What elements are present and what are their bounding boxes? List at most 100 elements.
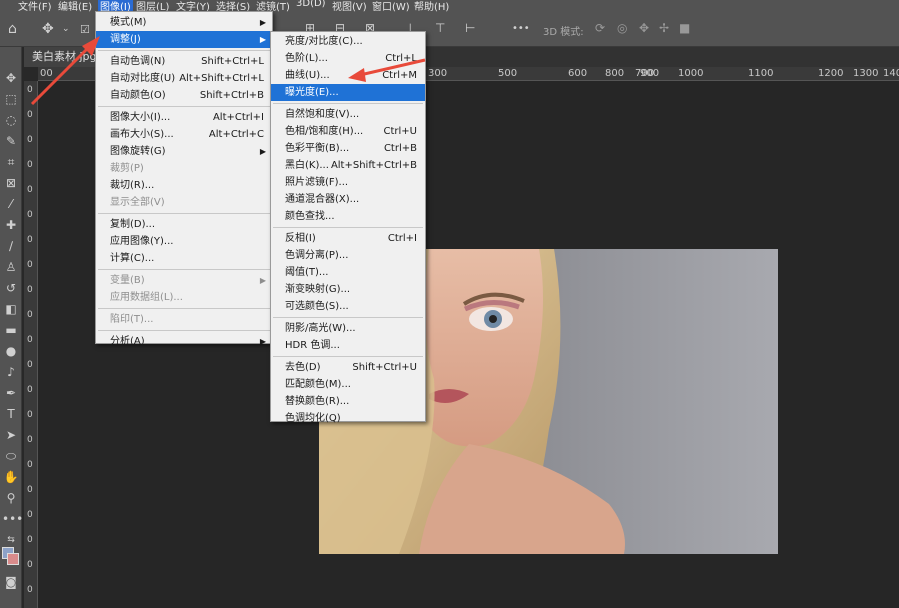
dodge-tool-icon[interactable]: ♪ <box>2 363 20 381</box>
menu-item[interactable]: 阴影/高光(W)... <box>271 320 425 337</box>
menu-3d[interactable]: 3D(D) <box>296 0 326 9</box>
menu-view[interactable]: 视图(V) <box>332 0 367 12</box>
menu-item[interactable]: 去色(D) Shift+Ctrl+U <box>271 359 425 376</box>
quick-mask-icon[interactable]: ◙ <box>2 573 20 591</box>
menu-item[interactable]: 颜色查找... <box>271 208 425 225</box>
menu-item[interactable]: 图像大小(I)... Alt+Ctrl+I <box>96 109 272 126</box>
more-options-icon[interactable]: ••• <box>512 23 530 34</box>
home-icon[interactable]: ⌂ <box>8 21 17 37</box>
background-color-swatch[interactable] <box>7 553 19 565</box>
zoom-tool-icon[interactable]: ⚲ <box>2 489 20 507</box>
menu-item[interactable]: 色调均化(Q) <box>271 410 425 427</box>
ruler-tick: 0 <box>27 535 33 545</box>
3d-camera-icon[interactable]: ■ <box>679 21 690 35</box>
more-tools-icon[interactable]: ••• <box>2 510 23 528</box>
stamp-tool-icon[interactable]: ♙ <box>2 258 20 276</box>
pen-tool-icon[interactable]: ✒ <box>2 384 20 402</box>
menu-item[interactable]: 亮度/对比度(C)... <box>271 33 425 50</box>
menu-item[interactable]: 自然饱和度(V)... <box>271 106 425 123</box>
3d-slide-icon[interactable]: ✢ <box>659 21 669 35</box>
menu-item[interactable]: 色调分离(P)... <box>271 247 425 264</box>
ellipse-tool-icon[interactable]: ⬭ <box>2 447 20 465</box>
menu-item-label: 去色(D) <box>285 362 321 373</box>
menu-item[interactable]: 曝光度(E)... <box>271 84 425 101</box>
menu-file[interactable]: 文件(F) <box>18 0 52 12</box>
menu-separator <box>98 269 270 270</box>
menu-item-label: 颜色查找... <box>285 211 335 222</box>
menu-item[interactable]: 画布大小(S)... Alt+Ctrl+C <box>96 126 272 143</box>
ruler-tick: 0 <box>27 510 33 520</box>
3d-roll-icon[interactable]: ◎ <box>617 21 627 35</box>
brush-tool-icon[interactable]: ∕ <box>2 237 20 255</box>
3d-pan-icon[interactable]: ✥ <box>639 21 649 35</box>
menu-help[interactable]: 帮助(H) <box>414 0 449 12</box>
menu-item[interactable]: 黑白(K)... Alt+Shift+Ctrl+B <box>271 157 425 174</box>
type-tool-icon[interactable]: T <box>2 405 20 423</box>
menu-item-shortcut: Shift+Ctrl+U <box>352 362 417 373</box>
menu-item[interactable]: 渐变映射(G)... <box>271 281 425 298</box>
menu-item-label: 照片滤镜(F)... <box>285 177 349 188</box>
distribute-icon[interactable]: ⊢ <box>465 21 475 35</box>
menu-item[interactable]: HDR 色调... <box>271 337 425 354</box>
menu-item[interactable]: 应用图像(Y)... <box>96 233 272 250</box>
crop-tool-icon[interactable]: ⌗ <box>2 153 20 171</box>
move-tool-icon[interactable]: ✥ <box>42 21 54 37</box>
move-tool-icon[interactable]: ✥ <box>2 69 20 87</box>
menu-item[interactable]: 图像旋转(G) ▶ <box>96 143 272 160</box>
menu-item[interactable]: 色阶(L)... Ctrl+L <box>271 50 425 67</box>
lasso-tool-icon[interactable]: ◌ <box>2 111 20 129</box>
menu-item[interactable]: 色相/饱和度(H)... Ctrl+U <box>271 123 425 140</box>
menu-item[interactable]: 调整(J) ▶ <box>96 31 272 48</box>
ruler-tick: 1300 <box>853 68 879 79</box>
menu-item-shortcut: Ctrl+B <box>383 143 417 154</box>
quick-select-tool-icon[interactable]: ✎ <box>2 132 20 150</box>
menu-window[interactable]: 窗口(W) <box>372 0 410 12</box>
menu-item[interactable]: 匹配颜色(M)... <box>271 376 425 393</box>
menu-item[interactable]: 计算(C)... <box>96 250 272 267</box>
menu-edit[interactable]: 编辑(E) <box>58 0 92 12</box>
menu-item[interactable]: 色彩平衡(B)... Ctrl+B <box>271 140 425 157</box>
menu-item[interactable]: 阈值(T)... <box>271 264 425 281</box>
image-menu: 模式(M) ▶ 调整(J) ▶ 自动色调(N) Shift+Ctrl+L 自动对比度(U) A… <box>95 11 273 347</box>
hand-tool-icon[interactable]: ✋ <box>2 468 20 486</box>
marquee-tool-icon[interactable]: ⬚ <box>2 90 20 108</box>
distribute-icon[interactable]: ⊤ <box>435 21 445 35</box>
menu-item[interactable]: 照片滤镜(F)... <box>271 174 425 191</box>
menu-item: 变量(B) ▶ <box>96 272 272 289</box>
ruler-tick: 1400 <box>883 68 899 79</box>
history-brush-tool-icon[interactable]: ↺ <box>2 279 20 297</box>
menu-item-label: 渐变映射(G)... <box>285 284 351 295</box>
3d-orbit-icon[interactable]: ⟳ <box>595 21 605 35</box>
path-select-tool-icon[interactable]: ➤ <box>2 426 20 444</box>
menu-item-label: 复制(D)... <box>110 219 156 230</box>
healing-brush-tool-icon[interactable]: ✚ <box>2 216 20 234</box>
menu-item[interactable]: 曲线(U)... Ctrl+M <box>271 67 425 84</box>
menu-item[interactable]: 可选颜色(S)... <box>271 298 425 315</box>
submenu-arrow-icon: ▶ <box>259 147 266 156</box>
eraser-tool-icon[interactable]: ◧ <box>2 300 20 318</box>
menu-item[interactable]: 通道混合器(X)... <box>271 191 425 208</box>
blur-tool-icon[interactable]: ● <box>2 342 20 360</box>
eyedropper-tool-icon[interactable]: ⁄ <box>2 195 20 213</box>
3d-mode-label: 3D 模式: <box>543 27 584 38</box>
frame-tool-icon[interactable]: ⊠ <box>2 174 20 192</box>
checkbox-icon[interactable]: ☑ <box>80 23 90 36</box>
menu-item[interactable]: 自动对比度(U) Alt+Shift+Ctrl+L <box>96 70 272 87</box>
menu-item[interactable]: 自动色调(N) Shift+Ctrl+L <box>96 53 272 70</box>
menu-item-label: 阴影/高光(W)... <box>285 323 356 334</box>
menu-item[interactable]: 裁切(R)... <box>96 177 272 194</box>
menu-item-label: 应用图像(Y)... <box>110 236 174 247</box>
menu-item[interactable]: 模式(M) ▶ <box>96 14 272 31</box>
ruler-tick: 0 <box>27 485 33 495</box>
menu-item[interactable]: 替换颜色(R)... <box>271 393 425 410</box>
menu-item[interactable]: 反相(I) Ctrl+I <box>271 230 425 247</box>
menu-item[interactable]: 分析(A) ▶ <box>96 333 272 350</box>
chevron-down-icon[interactable]: ⌄ <box>62 24 70 34</box>
ruler-tick: 0 <box>27 410 33 420</box>
document-tab[interactable]: 美白素材.jpg <box>24 47 100 67</box>
gradient-tool-icon[interactable]: ▬ <box>2 321 20 339</box>
menu-item-label: 通道混合器(X)... <box>285 194 360 205</box>
menu-item[interactable]: 自动颜色(O) Shift+Ctrl+B <box>96 87 272 104</box>
menu-item[interactable]: 复制(D)... <box>96 216 272 233</box>
ruler-tick: 0 <box>27 585 33 595</box>
